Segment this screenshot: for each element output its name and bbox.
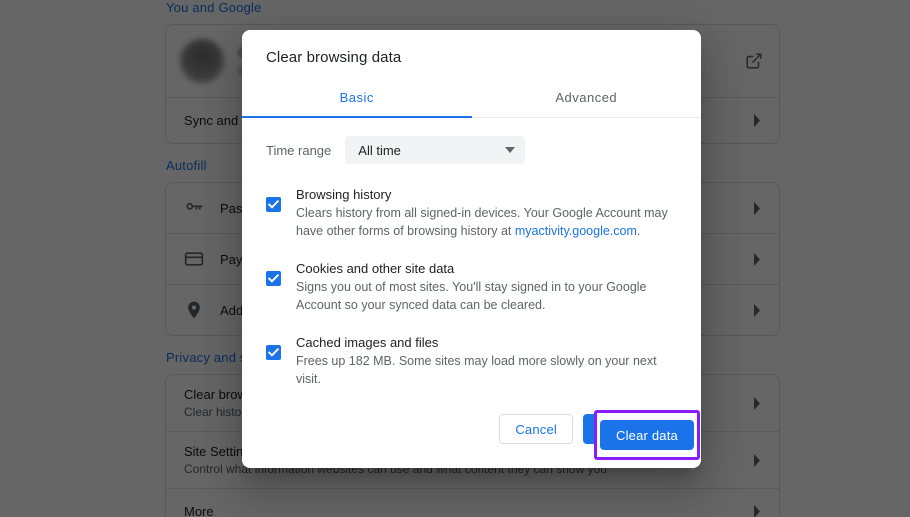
option-description: Clears history from all signed-in device… bbox=[296, 204, 677, 240]
time-range-select[interactable]: All time bbox=[345, 136, 525, 164]
myactivity-link[interactable]: myactivity.google.com bbox=[515, 224, 637, 238]
option-browsing-history: Browsing history Clears history from all… bbox=[266, 186, 677, 240]
option-cached-images-and-files: Cached images and files Frees up 182 MB.… bbox=[266, 334, 677, 388]
time-range-value: All time bbox=[358, 143, 505, 158]
tab-basic[interactable]: Basic bbox=[242, 79, 472, 117]
dialog-content: Time range All time Browsi bbox=[242, 118, 701, 414]
option-description-tail: . bbox=[637, 224, 640, 238]
option-description: Signs you out of most sites. You'll stay… bbox=[296, 278, 677, 314]
option-title: Browsing history bbox=[296, 186, 677, 203]
checkbox-cookies-and-site-data[interactable] bbox=[266, 271, 281, 286]
cancel-button[interactable]: Cancel bbox=[499, 414, 573, 444]
dialog-tabs: Basic Advanced bbox=[242, 79, 701, 118]
checkbox-cached-images-and-files[interactable] bbox=[266, 345, 281, 360]
option-body: Cookies and other site data Signs you ou… bbox=[296, 260, 677, 314]
dialog-title: Clear browsing data bbox=[242, 30, 701, 66]
clear-options-list: Browsing history Clears history from all… bbox=[266, 186, 677, 388]
time-range-label: Time range bbox=[266, 143, 331, 158]
tab-advanced[interactable]: Advanced bbox=[472, 79, 702, 117]
settings-page-root: You and Google C ca Sync bbox=[0, 0, 910, 517]
option-body: Browsing history Clears history from all… bbox=[296, 186, 677, 240]
chevron-down-icon bbox=[505, 147, 515, 153]
option-body: Cached images and files Frees up 182 MB.… bbox=[296, 334, 677, 388]
option-title: Cached images and files bbox=[296, 334, 677, 351]
option-description: Frees up 182 MB. Some sites may load mor… bbox=[296, 352, 677, 388]
time-range-row: Time range All time bbox=[266, 136, 677, 164]
clear-data-button-highlighted[interactable]: Clear data bbox=[600, 420, 694, 450]
clear-browsing-data-dialog: Clear browsing data Basic Advanced Time … bbox=[242, 30, 701, 468]
option-cookies-and-site-data: Cookies and other site data Signs you ou… bbox=[266, 260, 677, 314]
option-title: Cookies and other site data bbox=[296, 260, 677, 277]
checkbox-browsing-history[interactable] bbox=[266, 197, 281, 212]
